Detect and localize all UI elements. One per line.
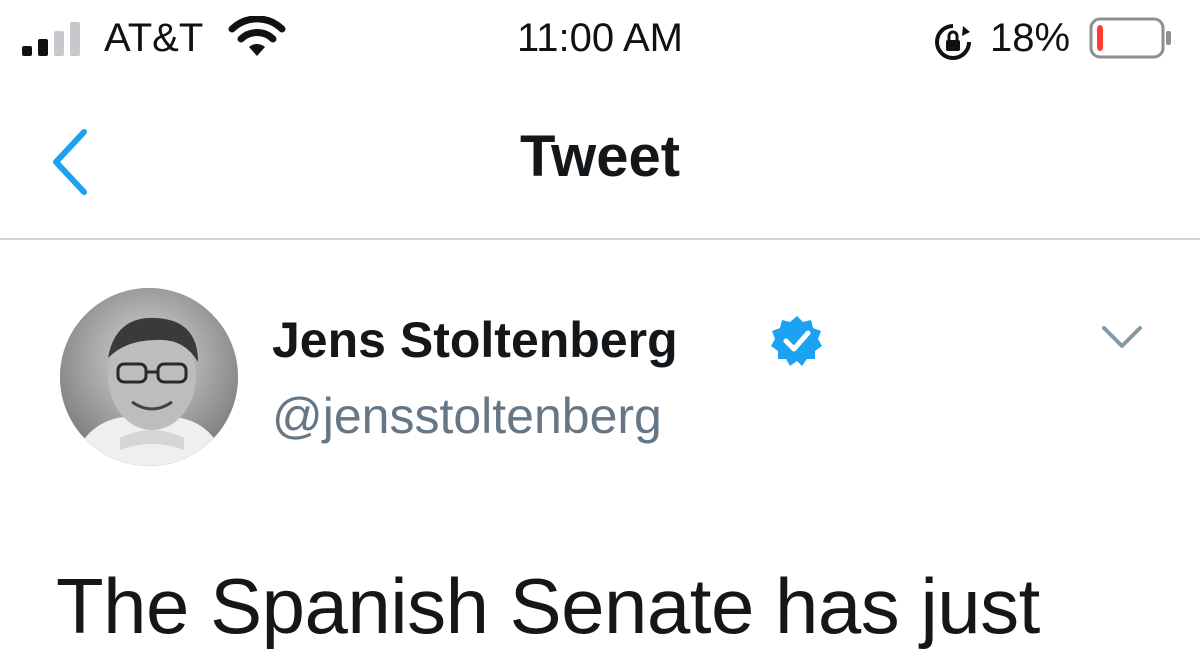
- author-name[interactable]: Jens Stoltenberg: [272, 308, 678, 372]
- chevron-down-icon[interactable]: [1098, 318, 1146, 358]
- status-bar: AT&T 11:00 AM 18%: [0, 0, 1200, 80]
- battery-percentage: 18%: [990, 16, 1071, 60]
- avatar[interactable]: [60, 288, 238, 466]
- battery-icon: [1089, 17, 1171, 59]
- author-handle[interactable]: @jensstoltenberg: [272, 384, 662, 448]
- page-title: Tweet: [519, 124, 681, 189]
- rotation-lock-icon: [935, 24, 971, 60]
- profile-photo: [60, 288, 238, 466]
- verified-badge-icon: [771, 316, 822, 366]
- navigation-bar: Tweet: [0, 80, 1200, 240]
- tweet-text: The Spanish Senate has just: [56, 562, 1040, 650]
